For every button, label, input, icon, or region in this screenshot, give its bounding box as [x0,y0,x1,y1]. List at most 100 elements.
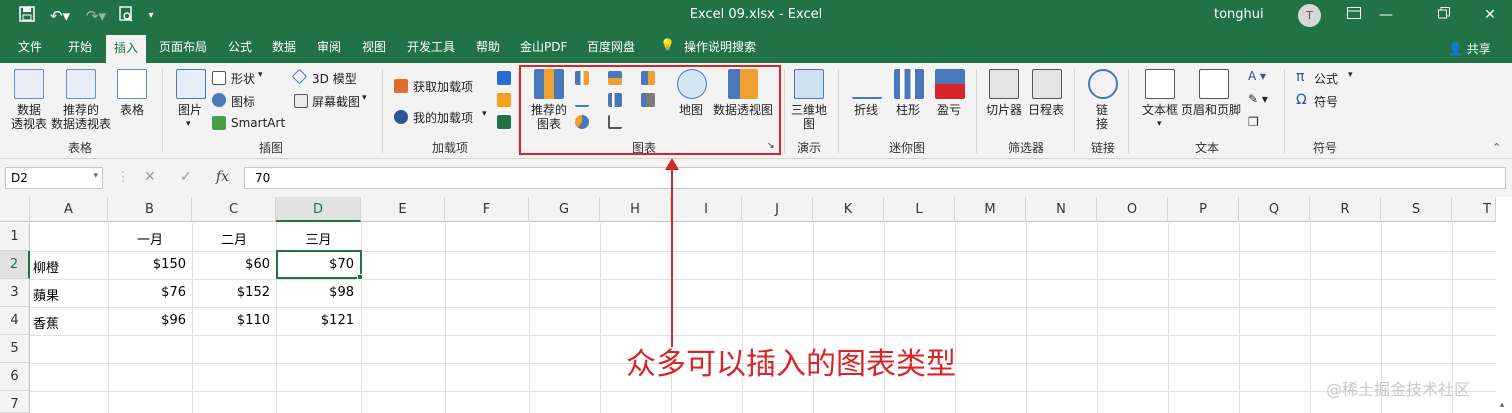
link-globe-icon [1088,69,1118,99]
tab-kingsoft-pdf[interactable]: 金山PDF [520,38,567,55]
minimize-icon[interactable]: — [1374,4,1398,26]
group-label-symbols: 符号 [1312,141,1337,155]
link-button[interactable]: 链 接 [1090,103,1114,131]
timeline-button[interactable]: 日程表 [1026,103,1066,117]
header-footer-icon [1199,69,1229,99]
enter-icon[interactable]: ✓ [180,169,192,185]
active-cell-border [276,250,362,279]
textbox-button[interactable]: 文本框 [1139,103,1181,117]
cell-D3[interactable]: $98 [276,285,354,300]
tab-page-layout[interactable]: 页面布局 [159,38,207,55]
cell-D4[interactable]: $121 [276,313,354,328]
cell-B4[interactable]: $96 [108,313,186,328]
charts-group-highlight [519,65,781,155]
my-addins-button[interactable]: 我的加载项 [413,109,473,126]
line-sparkline-icon [852,69,882,99]
tab-insert[interactable]: 插入 [106,35,147,63]
group-label-tours: 演示 [796,141,821,155]
ribbon-tabs: 文件 开始 插入 页面布局 公式 数据 审阅 视图 开发工具 帮助 金山PDF … [0,31,1512,63]
chevron-down-icon: ▾ [482,109,487,119]
cell-C1[interactable]: 二月 [192,229,276,248]
tab-file[interactable]: 文件 [18,38,42,55]
cell-A2[interactable]: 柳橙 [33,257,59,276]
cell-B3[interactable]: $76 [108,285,186,300]
group-separator [784,69,785,153]
tab-baidu-netdisk[interactable]: 百度网盘 [587,38,635,55]
pivot-table-button[interactable]: 数据 透视表 [6,103,52,131]
column-sparkline-button[interactable]: 柱形 [892,103,924,117]
screenshot-button[interactable]: 屏幕截图 [312,93,360,110]
group-separator [1284,69,1285,153]
table-button[interactable]: 表格 [113,103,151,117]
title-bar: ↶▾ ↷▾ ▾ Excel 09.xlsx - Excel tonghui T … [0,0,1512,31]
tab-developer[interactable]: 开发工具 [407,38,455,55]
icons-button[interactable]: 图标 [231,93,255,110]
group-separator [838,69,839,153]
pictures-icon [176,69,206,99]
avatar[interactable]: T [1298,4,1321,27]
share-label: 共享 [1466,42,1491,56]
fill-handle[interactable] [357,274,363,280]
close-icon[interactable]: ✕ [1478,4,1502,26]
3d-map-button[interactable]: 三维地 图 [787,103,831,131]
header-footer-button[interactable]: 页眉和页脚 [1180,103,1242,117]
formula-input[interactable]: 70 [244,167,1506,189]
object-icon[interactable]: ❐ [1248,115,1259,129]
cell-A3[interactable]: 蘋果 [33,285,59,304]
symbol-button[interactable]: 符号 [1314,93,1338,110]
tell-me-search[interactable]: 操作说明搜索 [684,38,756,55]
tab-review[interactable]: 审阅 [317,38,341,55]
get-addins-button[interactable]: 获取加载项 [413,78,473,95]
group-separator [1128,69,1129,153]
tab-data[interactable]: 数据 [272,38,296,55]
cell-C4[interactable]: $110 [192,313,270,328]
cell-A4[interactable]: 香蕉 [33,313,59,332]
tab-help[interactable]: 帮助 [476,38,500,55]
tab-view[interactable]: 视图 [362,38,386,55]
store-icon [394,79,408,93]
group-separator [382,69,383,153]
winloss-sparkline-button[interactable]: 盈亏 [933,103,965,117]
group-label-addins: 加载项 [431,141,468,155]
tab-home[interactable]: 开始 [68,38,92,55]
winloss-sparkline-icon [935,69,965,99]
pivot-table-icon [14,69,44,99]
cell-B2[interactable]: $150 [108,257,186,272]
timeline-icon [1032,69,1062,99]
cell-B1[interactable]: 一月 [108,229,192,248]
user-name[interactable]: tonghui [1214,7,1264,22]
cancel-icon[interactable]: ✕ [144,169,156,185]
visio-icon[interactable] [497,71,511,85]
column-sparkline-icon [894,69,924,99]
share-button[interactable]: 👤 共享 [1448,40,1491,57]
tab-formulas[interactable]: 公式 [228,38,252,55]
3d-models-button[interactable]: 3D 模型 [312,70,357,87]
signature-line-icon[interactable]: ✎ ▾ [1248,92,1268,106]
omega-icon: Ω [1296,92,1307,108]
group-label-links: 链接 [1090,141,1115,155]
equation-button[interactable]: 公式 [1314,70,1338,87]
insert-function-icon[interactable]: fx [216,169,229,185]
collapse-ribbon-icon[interactable]: ⌃ [1492,141,1501,154]
group-separator [162,69,163,153]
ribbon-display-icon[interactable] [1342,4,1366,26]
document-title: Excel 09.xlsx - Excel [689,7,823,22]
name-box[interactable]: D2 ▾ [5,167,103,189]
bing-icon[interactable] [497,93,511,107]
shapes-button[interactable]: 形状 [231,70,255,87]
shapes-icon [212,71,226,85]
chevron-down-icon[interactable]: ▾ [93,171,98,181]
slicer-button[interactable]: 切片器 [984,103,1024,117]
line-sparkline-button[interactable]: 折线 [850,103,882,117]
recommended-pivot-button[interactable]: 推荐的 数据透视表 [48,103,114,131]
cell-C2[interactable]: $60 [192,257,270,272]
restore-icon[interactable] [1432,4,1456,26]
people-graph-icon[interactable] [497,115,511,129]
pictures-button[interactable]: 图片 [172,103,208,117]
smartart-icon [212,116,226,130]
wordart-icon[interactable]: A ▾ [1248,69,1266,83]
cell-C3[interactable]: $152 [192,285,270,300]
smartart-button[interactable]: SmartArt [231,116,285,130]
cell-D1[interactable]: 三月 [276,229,361,248]
group-label-tables: 表格 [67,141,92,155]
